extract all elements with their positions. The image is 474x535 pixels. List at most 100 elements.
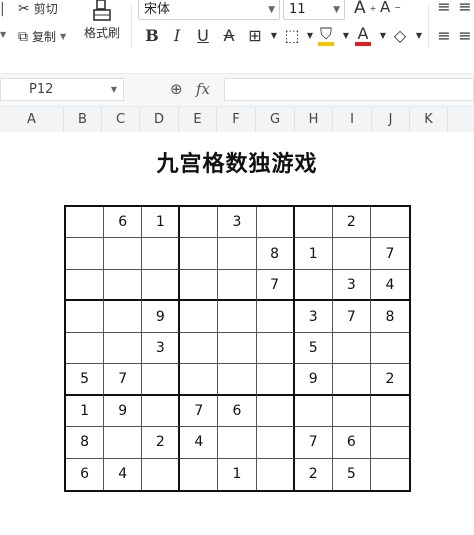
sudoku-cell[interactable]: 9 — [142, 301, 181, 333]
sudoku-cell[interactable]: 3 — [142, 332, 181, 365]
column-header-l[interactable] — [448, 107, 474, 132]
sudoku-cell[interactable] — [66, 238, 105, 270]
sudoku-cell[interactable]: 4 — [370, 270, 409, 302]
sudoku-cell[interactable]: 8 — [370, 301, 409, 333]
align-middle-button[interactable]: ≡ — [453, 0, 474, 18]
sudoku-cell[interactable] — [142, 395, 181, 428]
font-name-select[interactable]: 宋体 ▼ — [138, 0, 280, 20]
sudoku-cell[interactable]: 6 — [104, 207, 143, 239]
sudoku-cell[interactable] — [332, 238, 371, 270]
increase-font-button[interactable]: A + — [354, 0, 376, 18]
sudoku-cell[interactable] — [104, 269, 143, 302]
italic-button[interactable]: I — [165, 25, 189, 47]
underline-button[interactable]: U — [191, 25, 215, 47]
column-header-e[interactable]: E — [179, 107, 217, 132]
sudoku-cell[interactable] — [104, 301, 143, 333]
sudoku-cell[interactable] — [370, 207, 409, 239]
sudoku-cell[interactable]: 4 — [180, 427, 219, 459]
sudoku-cell[interactable] — [370, 333, 409, 365]
paste-dropdown-icon[interactable]: ▼ — [0, 30, 6, 39]
sudoku-cell[interactable] — [104, 332, 143, 365]
column-header-h[interactable]: H — [295, 107, 333, 132]
sudoku-cell[interactable] — [370, 396, 409, 428]
column-header-d[interactable]: D — [140, 107, 179, 132]
sudoku-cell[interactable]: 2 — [332, 207, 371, 239]
format-painter-button[interactable]: 格式刷 — [84, 0, 120, 41]
sudoku-cell[interactable] — [332, 364, 371, 396]
sudoku-cell[interactable]: 7 — [104, 364, 143, 396]
copy-dropdown-icon[interactable]: ▼ — [60, 32, 66, 41]
sudoku-cell[interactable]: 5 — [294, 332, 333, 365]
sudoku-cell[interactable] — [66, 207, 105, 239]
sudoku-cell[interactable] — [294, 207, 333, 239]
sudoku-cell[interactable]: 1 — [294, 238, 333, 270]
sudoku-cell[interactable] — [180, 238, 219, 270]
sudoku-cell[interactable] — [256, 332, 295, 365]
sudoku-cell[interactable] — [66, 269, 105, 302]
sudoku-cell[interactable]: 7 — [332, 301, 371, 333]
column-header-k[interactable]: K — [410, 107, 448, 132]
sudoku-cell[interactable] — [256, 395, 295, 428]
column-header-i[interactable]: I — [333, 107, 372, 132]
sudoku-cell[interactable]: 7 — [256, 269, 295, 302]
sudoku-cell[interactable] — [142, 238, 181, 270]
sudoku-cell[interactable]: 1 — [218, 458, 257, 490]
font-size-select[interactable]: 11 ▼ — [283, 0, 345, 20]
sudoku-cell[interactable] — [180, 207, 219, 239]
sudoku-cell[interactable]: 3 — [294, 301, 333, 333]
sheet-title[interactable]: 九宫格数独游戏 — [0, 146, 474, 178]
sudoku-cell[interactable] — [66, 332, 105, 365]
column-header-j[interactable]: J — [372, 107, 410, 132]
bold-button[interactable]: B — [140, 25, 164, 47]
copy-button[interactable]: ⧉ 复制 ▼ — [18, 28, 66, 45]
sudoku-cell[interactable] — [371, 459, 409, 490]
column-header-f[interactable]: F — [217, 107, 256, 132]
sudoku-cell[interactable]: 3 — [332, 269, 371, 302]
align-center-button[interactable]: ≡ — [453, 25, 474, 47]
sudoku-cell[interactable] — [180, 364, 219, 396]
sudoku-cell[interactable]: 2 — [295, 458, 333, 490]
sudoku-cell[interactable]: 7 — [180, 395, 219, 428]
sudoku-cell[interactable]: 9 — [104, 395, 143, 428]
sudoku-cell[interactable] — [180, 458, 219, 490]
sudoku-cell[interactable] — [218, 269, 257, 302]
sudoku-cell[interactable]: 7 — [370, 238, 409, 270]
sudoku-cell[interactable] — [180, 269, 219, 302]
sudoku-cell[interactable] — [180, 332, 219, 365]
sudoku-cell[interactable] — [142, 458, 181, 490]
sudoku-cell[interactable] — [257, 458, 295, 490]
function-icon[interactable]: fx — [196, 80, 210, 98]
sudoku-cell[interactable]: 5 — [66, 364, 105, 396]
sudoku-cell[interactable] — [294, 269, 333, 302]
sudoku-cell[interactable]: 3 — [218, 207, 257, 239]
strikethrough-button[interactable]: A — [217, 25, 241, 47]
formula-input[interactable] — [224, 78, 474, 101]
sudoku-cell[interactable] — [218, 427, 257, 459]
sudoku-cell[interactable] — [218, 332, 257, 365]
sudoku-cell[interactable] — [332, 395, 371, 428]
sudoku-cell[interactable] — [142, 364, 181, 396]
sudoku-cell[interactable]: 6 — [66, 458, 105, 490]
sudoku-cell[interactable] — [104, 238, 143, 270]
column-header-a[interactable]: A — [0, 107, 64, 132]
sudoku-cell[interactable] — [256, 207, 295, 239]
sudoku-cell[interactable]: 4 — [104, 458, 143, 490]
sudoku-cell[interactable]: 6 — [332, 427, 371, 459]
sudoku-cell[interactable]: 5 — [333, 458, 371, 490]
sudoku-cell[interactable] — [332, 332, 371, 365]
sudoku-cell[interactable] — [256, 364, 295, 396]
sudoku-cell[interactable] — [218, 301, 257, 333]
sudoku-cell[interactable] — [218, 238, 257, 270]
sudoku-cell[interactable] — [142, 269, 181, 302]
zoom-formula-icon[interactable]: ⊕ — [170, 80, 183, 98]
sudoku-cell[interactable] — [256, 301, 295, 333]
sudoku-cell[interactable] — [218, 364, 257, 396]
sudoku-cell[interactable] — [180, 301, 219, 333]
sudoku-cell[interactable]: 8 — [256, 238, 295, 270]
sudoku-cell[interactable] — [66, 301, 105, 333]
name-box[interactable]: P12 ▼ — [0, 78, 124, 101]
sudoku-cell[interactable]: 2 — [142, 427, 181, 459]
decrease-font-button[interactable]: A − — [380, 0, 401, 16]
column-header-c[interactable]: C — [102, 107, 140, 132]
sudoku-cell[interactable] — [370, 427, 409, 459]
